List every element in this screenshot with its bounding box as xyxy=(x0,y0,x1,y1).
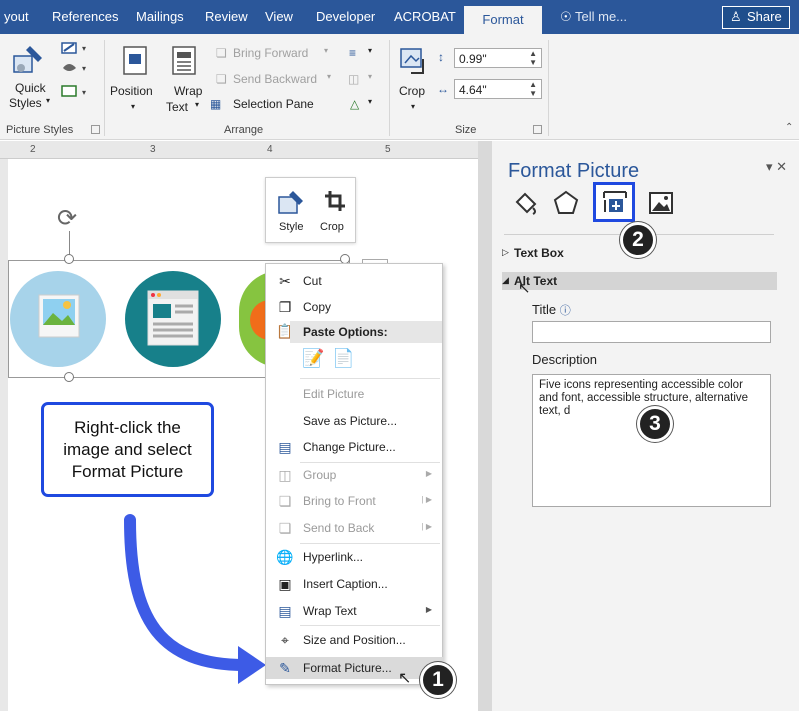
menu-item-send-to-back[interactable]: ❏ Send to Back | ▶ xyxy=(266,517,444,539)
menu-item-cut[interactable]: ✂ Cut xyxy=(266,270,444,292)
group-icon: ◫ xyxy=(278,467,292,483)
menu-item-label: Bring to Front xyxy=(303,494,376,508)
submenu-arrow-icon: ▶ xyxy=(425,605,432,614)
paste-options-label: Paste Options: xyxy=(303,325,388,339)
menu-item-insert-caption[interactable]: ▣ Insert Caption... xyxy=(266,573,444,595)
menu-item-label: Cut xyxy=(303,274,322,288)
mouse-cursor-icon: ↖ xyxy=(398,670,412,687)
paste-keep-format-icon[interactable]: 📝 xyxy=(302,348,324,369)
menu-separator xyxy=(300,625,440,626)
menu-separator xyxy=(300,378,440,379)
menu-item-copy[interactable]: ❐ Copy xyxy=(266,296,444,318)
fill-line-icon[interactable] xyxy=(513,190,539,216)
paste-picture-icon[interactable]: 📄 xyxy=(332,348,354,369)
menu-item-label: Save as Picture... xyxy=(303,414,398,428)
pane-controls: ▾ ✕ xyxy=(766,159,787,175)
caption-icon: ▣ xyxy=(278,576,292,592)
menu-item-label: Copy xyxy=(303,300,332,314)
link-icon: 🌐 xyxy=(276,549,294,565)
section-alt-text[interactable]: ◢ Alt Text xyxy=(502,272,777,290)
pane-title: Format Picture xyxy=(508,160,640,182)
copy-icon: ❐ xyxy=(278,299,292,315)
menu-item-label: Wrap Text xyxy=(303,604,357,618)
menu-item-label: Format Picture... xyxy=(303,661,392,675)
menu-item-wrap-text[interactable]: ▤ Wrap Text ▶ xyxy=(266,600,444,622)
expand-icon: ▷ xyxy=(502,247,509,257)
info-icon[interactable]: ⓘ xyxy=(560,305,571,317)
menu-item-label: Insert Caption... xyxy=(303,577,388,591)
change-picture-icon: ▤ xyxy=(278,439,292,455)
menu-item-change-picture[interactable]: ▤ Change Picture... xyxy=(266,436,444,458)
submenu-arrow-icon: | ▶ xyxy=(421,495,432,504)
alt-title-label: Title ⓘ xyxy=(532,302,571,318)
menu-item-label: Hyperlink... xyxy=(303,550,364,564)
menu-item-hyperlink[interactable]: 🌐 Hyperlink... xyxy=(266,546,444,568)
pane-options-icon[interactable]: ▾ xyxy=(766,159,773,174)
collapse-icon: ◢ xyxy=(502,275,509,285)
tab-layout-properties[interactable] xyxy=(593,182,635,222)
send-to-back-icon: ❏ xyxy=(278,520,292,536)
alt-title-input[interactable] xyxy=(532,321,771,343)
picture-icon[interactable] xyxy=(648,190,674,216)
menu-item-save-as-picture[interactable]: Save as Picture... xyxy=(266,410,444,432)
section-label: Text Box xyxy=(514,246,564,260)
step-badge: 2 xyxy=(620,222,656,258)
close-icon[interactable]: ✕ xyxy=(776,159,787,174)
menu-item-label: Group xyxy=(303,468,337,482)
menu-item-group[interactable]: ◫ Group ▶ xyxy=(266,464,444,486)
effects-icon[interactable] xyxy=(553,190,579,216)
menu-item-label: Edit Picture xyxy=(303,387,365,401)
menu-separator xyxy=(300,543,440,544)
layout-properties-icon xyxy=(603,191,627,212)
submenu-arrow-icon: | ▶ xyxy=(421,522,432,531)
format-picture-icon: ✎ xyxy=(279,660,291,676)
menu-item-label: Size and Position... xyxy=(303,633,406,647)
menu-item-bring-to-front[interactable]: ❏ Bring to Front | ▶ xyxy=(266,490,444,512)
size-position-icon: ⌖ xyxy=(281,632,289,648)
wrap-text-icon: ▤ xyxy=(278,603,292,619)
context-menu: ✂ Cut ❐ Copy 📋 Paste Options: 📝 📄 Edit P… xyxy=(265,263,444,685)
alt-title-text: Title xyxy=(532,302,557,317)
menu-item-size-and-position[interactable]: ⌖ Size and Position... xyxy=(266,629,444,651)
menu-item-format-picture[interactable]: ✎ Format Picture... xyxy=(266,657,444,679)
mouse-cursor-icon: ↖ xyxy=(518,280,531,297)
scissors-icon: ✂ xyxy=(279,273,291,289)
menu-item-edit-picture[interactable]: Edit Picture xyxy=(266,383,444,405)
step-badge: 3 xyxy=(637,406,673,442)
menu-item-label: Send to Back xyxy=(303,521,375,535)
alt-description-label: Description xyxy=(532,352,598,367)
menu-separator xyxy=(300,462,440,463)
paste-options-header: Paste Options: xyxy=(290,321,442,343)
menu-item-label: Change Picture... xyxy=(303,440,396,454)
submenu-arrow-icon: ▶ xyxy=(425,469,432,478)
bring-to-front-icon: ❏ xyxy=(278,493,292,509)
step-badge: 1 xyxy=(420,662,456,698)
